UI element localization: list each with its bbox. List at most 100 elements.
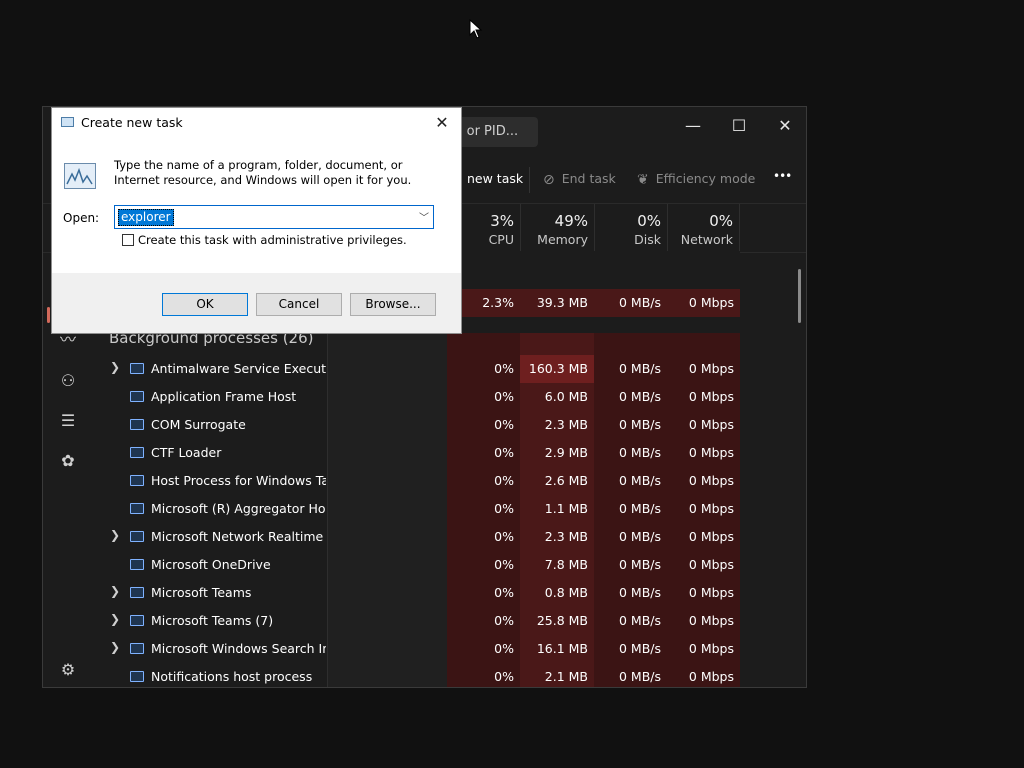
admin-privileges-label[interactable]: Create this task with administrative pri… — [138, 233, 407, 247]
efficiency-mode-label: Efficiency mode — [655, 171, 756, 186]
process-icon — [130, 391, 144, 402]
maximize-button[interactable]: ☐ — [716, 111, 762, 141]
selected-indicator — [47, 307, 50, 323]
run-new-task-label: new task — [467, 171, 524, 186]
dialog-title: Create new task — [81, 115, 183, 130]
chevron-right-icon[interactable]: ❯ — [110, 360, 120, 374]
network-cell: 0 Mbps — [688, 613, 734, 628]
program-window-icon — [64, 163, 96, 189]
memory-cell: 1.1 MB — [544, 501, 588, 516]
memory-percent: 49% — [554, 212, 588, 230]
process-name: Microsoft Network Realtime I... — [151, 529, 326, 544]
memory-cell: 2.3 MB — [544, 417, 588, 432]
cpu-cell: 0% — [494, 361, 514, 376]
ok-button[interactable]: OK — [162, 293, 248, 316]
network-cell: 0 Mbps — [688, 417, 734, 432]
efficiency-mode-button[interactable]: ❦ Efficiency mode — [637, 171, 755, 188]
dialog-title-bar: Create new task ✕ — [52, 108, 461, 138]
cpu-cell: 0% — [494, 417, 514, 432]
users-nav-icon[interactable]: ⚇ — [57, 370, 79, 392]
process-row[interactable]: Microsoft OneDrive 0% 7.8 MB 0 MB/s 0 Mbps — [93, 551, 806, 579]
details-nav-icon[interactable]: ☰ — [57, 410, 79, 432]
end-task-label: End task — [561, 171, 616, 186]
process-row[interactable]: Microsoft (R) Aggregator Host 0% 1.1 MB 0 M… — [93, 495, 806, 523]
column-header-memory[interactable]: 49% Memory — [520, 204, 594, 252]
network-cell: 0 Mbps — [688, 641, 734, 656]
column-header-disk[interactable]: 0% Disk — [594, 204, 667, 252]
cpu-cell: 0% — [494, 529, 514, 544]
toolbar-divider — [529, 167, 530, 193]
network-percent: 0% — [709, 212, 733, 230]
services-nav-icon[interactable]: ✿ — [57, 450, 79, 472]
network-cell: 0 Mbps — [688, 669, 734, 684]
disk-cell: 0 MB/s — [618, 417, 661, 432]
network-cell: 0 Mbps — [688, 501, 734, 516]
memory-cell: 25.8 MB — [536, 613, 588, 628]
run-new-task-button[interactable]: new task — [467, 171, 523, 186]
disk-cell: 0 MB/s — [618, 473, 661, 488]
disk-cell: 0 MB/s — [618, 295, 661, 310]
process-name: Microsoft Teams (7) — [151, 613, 274, 628]
process-icon — [130, 559, 144, 570]
network-cell: 0 Mbps — [688, 557, 734, 572]
process-row[interactable]: CTF Loader 0% 2.9 MB 0 MB/s 0 Mbps — [93, 439, 806, 467]
more-options-button[interactable]: ••• — [773, 169, 792, 183]
minimize-button[interactable]: — — [670, 111, 716, 141]
browse-button[interactable]: Browse... — [350, 293, 436, 316]
chevron-right-icon[interactable]: ❯ — [110, 528, 120, 542]
process-row[interactable]: ❯ Microsoft Network Realtime I... 0% 2.3 MB… — [93, 523, 806, 551]
create-new-task-dialog: Create new task ✕ Type the name of a pro… — [51, 107, 462, 334]
cpu-cell: 0% — [494, 669, 514, 684]
chevron-right-icon[interactable]: ❯ — [110, 612, 120, 626]
settings-gear-icon[interactable]: ⚙ — [57, 659, 79, 681]
cancel-button[interactable]: Cancel — [256, 293, 342, 316]
process-name: Host Process for Windows Tasks — [151, 473, 326, 488]
vertical-scrollbar[interactable] — [798, 269, 801, 323]
process-row[interactable]: ❯ Microsoft Teams 0% 0.8 MB 0 MB/s 0 Mbps — [93, 579, 806, 607]
process-row[interactable]: Notifications host process 0% 2.1 MB 0 MB/s… — [93, 663, 806, 687]
process-row[interactable]: ❯ Antimalware Service Executable 0% 160.3 M… — [93, 355, 806, 383]
cpu-cell: 0% — [494, 473, 514, 488]
cpu-cell: 0% — [494, 585, 514, 600]
cpu-cell: 0% — [494, 501, 514, 516]
process-icon — [130, 531, 144, 542]
admin-privileges-checkbox[interactable] — [122, 234, 134, 246]
run-dialog-icon — [61, 117, 74, 127]
network-cell: 0 Mbps — [688, 361, 734, 376]
memory-cell: 2.1 MB — [544, 669, 588, 684]
column-header-network[interactable]: 0% Network — [667, 204, 740, 252]
process-name: Application Frame Host — [151, 389, 297, 404]
dialog-body: Type the name of a program, folder, docu… — [52, 138, 461, 273]
process-row[interactable]: Application Frame Host 0% 6.0 MB 0 MB/s 0 Mb… — [93, 383, 806, 411]
disk-percent: 0% — [637, 212, 661, 230]
process-name: Microsoft (R) Aggregator Host — [151, 501, 326, 516]
memory-cell: 2.9 MB — [544, 445, 588, 460]
process-row[interactable]: ❯ Microsoft Teams (7) 0% 25.8 MB 0 MB/s 0 Mbp… — [93, 607, 806, 635]
chevron-right-icon[interactable]: ❯ — [110, 584, 120, 598]
process-name: COM Surrogate — [151, 417, 246, 432]
network-cell: 0 Mbps — [688, 585, 734, 600]
chevron-right-icon[interactable]: ❯ — [110, 640, 120, 654]
open-combobox[interactable]: explorer ﹀ — [114, 205, 434, 229]
end-task-button[interactable]: ⊘ End task — [543, 171, 616, 188]
memory-cell: 6.0 MB — [544, 389, 588, 404]
disk-cell: 0 MB/s — [618, 613, 661, 628]
memory-cell: 160.3 MB — [528, 361, 588, 376]
memory-cell: 39.3 MB — [536, 295, 588, 310]
process-row[interactable]: ❯ Microsoft Windows Search In... 0% 16.1 MB… — [93, 635, 806, 663]
process-row[interactable]: Host Process for Windows Tasks 0% 2.6 MB 0 … — [93, 467, 806, 495]
memory-cell: 16.1 MB — [536, 641, 588, 656]
dialog-close-button[interactable]: ✕ — [429, 111, 455, 135]
chevron-down-icon[interactable]: ﹀ — [419, 209, 429, 224]
cpu-cell: 0% — [494, 445, 514, 460]
cpu-cell: 0% — [494, 389, 514, 404]
process-name: Notifications host process — [151, 669, 313, 684]
process-row[interactable]: COM Surrogate 0% 2.3 MB 0 MB/s 0 Mbps — [93, 411, 806, 439]
network-cell: 0 Mbps — [688, 529, 734, 544]
memory-label: Memory — [537, 232, 588, 247]
process-icon — [130, 503, 144, 514]
close-button[interactable]: ✕ — [762, 111, 806, 141]
disk-cell: 0 MB/s — [618, 641, 661, 656]
disk-cell: 0 MB/s — [618, 361, 661, 376]
open-input-value[interactable]: explorer — [118, 209, 174, 226]
